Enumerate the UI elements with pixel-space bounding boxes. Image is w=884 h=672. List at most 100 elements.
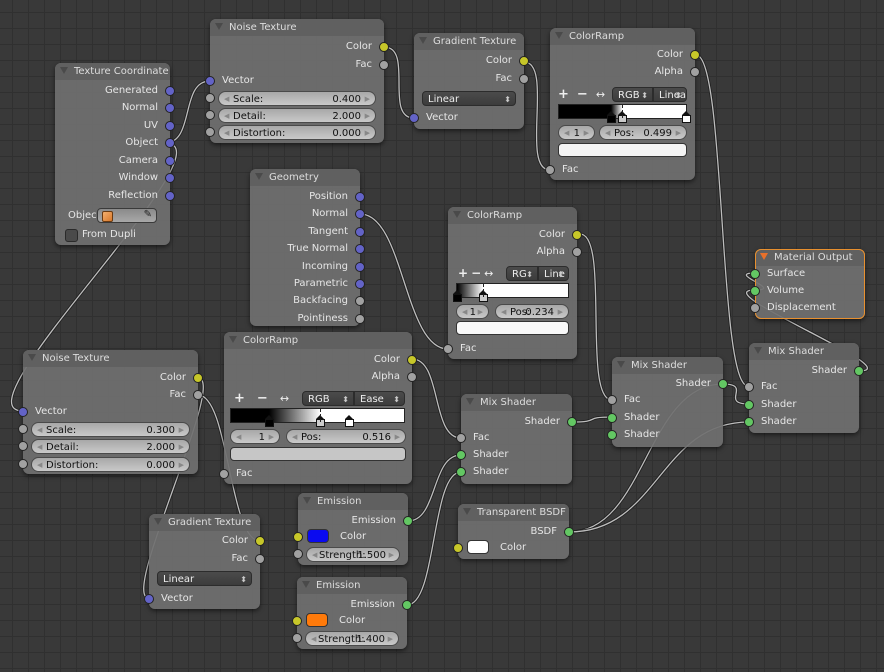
remove-stop-icon[interactable]: − bbox=[577, 87, 588, 102]
color-socket[interactable] bbox=[519, 56, 529, 66]
interpolation-dropdown[interactable]: Ease ⬍ bbox=[354, 391, 405, 406]
flip-ramp-icon[interactable]: ↔ bbox=[484, 267, 493, 280]
node-link[interactable] bbox=[695, 53, 749, 388]
node-header[interactable]: Mix Shader bbox=[612, 357, 723, 374]
collapse-triangle-icon[interactable] bbox=[555, 31, 563, 39]
vector-socket[interactable] bbox=[165, 86, 175, 96]
stop-position-field[interactable]: ◀ Pos: 0.499 ▶ bbox=[599, 125, 687, 140]
stop-color-swatch[interactable] bbox=[558, 143, 687, 157]
stop-position-field[interactable]: ◀ Pos: 0.234 ▶ bbox=[495, 304, 569, 319]
node-texture-coordinate[interactable]: Texture Coordinate Generated Normal UV O… bbox=[55, 63, 175, 245]
collapse-triangle-icon[interactable] bbox=[229, 335, 237, 343]
node-geometry[interactable]: Geometry Position Normal Tangent True No… bbox=[250, 169, 365, 326]
emission-color-swatch[interactable] bbox=[307, 529, 329, 543]
vector-socket[interactable] bbox=[355, 244, 365, 254]
vector-socket[interactable] bbox=[144, 594, 154, 604]
vector-socket[interactable] bbox=[409, 113, 419, 123]
shader-socket[interactable] bbox=[402, 600, 412, 610]
color-socket[interactable] bbox=[292, 616, 302, 626]
collapse-triangle-icon[interactable] bbox=[303, 496, 311, 504]
node-header[interactable]: Texture Coordinate bbox=[55, 63, 170, 80]
node-link[interactable] bbox=[406, 470, 462, 607]
node-link[interactable] bbox=[571, 415, 613, 424]
flip-ramp-icon[interactable]: ↔ bbox=[596, 88, 605, 101]
color-mode-dropdown[interactable]: RG ⬍ bbox=[506, 266, 538, 281]
vector-socket[interactable] bbox=[165, 156, 175, 166]
detail-field[interactable]: ◀ Detail: 2.000 ▶ bbox=[31, 439, 190, 454]
active-stop-index[interactable]: ◀ 1 ▶ bbox=[456, 304, 489, 319]
color-stop-handle[interactable] bbox=[682, 111, 691, 123]
gradient-type-dropdown[interactable]: Linear ⬍ bbox=[422, 91, 516, 106]
collapse-triangle-icon[interactable] bbox=[154, 517, 162, 525]
value-socket[interactable] bbox=[456, 433, 466, 443]
node-gradient-texture[interactable]: Gradient Texture Color Fac Linear ⬍ Vecto… bbox=[409, 33, 529, 129]
remove-stop-icon[interactable]: − bbox=[471, 266, 481, 280]
distortion-field[interactable]: ◀ Distortion: 0.000 ▶ bbox=[218, 125, 376, 140]
value-socket[interactable] bbox=[572, 247, 582, 257]
shader-socket[interactable] bbox=[744, 417, 754, 427]
color-stop-handle[interactable] bbox=[344, 415, 354, 427]
value-socket[interactable] bbox=[205, 110, 215, 120]
collapse-triangle-icon[interactable] bbox=[215, 22, 223, 30]
value-socket[interactable] bbox=[443, 344, 453, 354]
vector-socket[interactable] bbox=[165, 138, 175, 148]
color-socket[interactable] bbox=[255, 536, 265, 546]
value-socket[interactable] bbox=[193, 390, 203, 400]
value-socket[interactable] bbox=[219, 469, 229, 479]
collapse-triangle-icon[interactable] bbox=[419, 36, 427, 44]
color-ramp-bar[interactable] bbox=[558, 104, 691, 123]
color-mode-dropdown[interactable]: RGB ⬍ bbox=[612, 87, 653, 102]
color-socket[interactable] bbox=[407, 355, 417, 365]
value-socket[interactable] bbox=[293, 549, 303, 559]
shader-socket[interactable] bbox=[718, 379, 728, 389]
node-link[interactable] bbox=[411, 357, 462, 440]
gradient-type-dropdown[interactable]: Linear ⬍ bbox=[157, 571, 252, 586]
value-socket[interactable] bbox=[744, 382, 754, 392]
shader-socket[interactable] bbox=[607, 430, 617, 440]
node-header[interactable]: Noise Texture bbox=[210, 19, 384, 36]
stop-color-swatch[interactable] bbox=[230, 447, 406, 461]
color-stop-handle[interactable] bbox=[607, 111, 617, 123]
node-colorramp[interactable]: ColorRamp Color Alpha + − ↔ RGB ⬍ Ease ⬍ ◀ 1 ▶… bbox=[219, 332, 417, 484]
active-stop-index[interactable]: ◀ 1 ▶ bbox=[230, 429, 280, 444]
node-link[interactable] bbox=[407, 453, 462, 523]
color-socket[interactable] bbox=[690, 50, 700, 60]
value-socket[interactable] bbox=[750, 303, 760, 313]
node-emission[interactable]: Emission Emission Color ◀ Strength: 1.500 ▶ bbox=[293, 493, 413, 565]
node-colorramp[interactable]: ColorRamp Color Alpha + − ↔ RGB ⬍ Linea ⬍ ◀ 1… bbox=[545, 28, 700, 180]
add-stop-icon[interactable]: + bbox=[458, 266, 468, 280]
color-mode-dropdown[interactable]: RGB ⬍ bbox=[302, 391, 354, 406]
collapse-triangle-icon[interactable] bbox=[754, 346, 762, 354]
node-link[interactable] bbox=[383, 45, 415, 120]
color-ramp-bar[interactable] bbox=[230, 408, 405, 427]
collapse-triangle-icon[interactable] bbox=[466, 397, 474, 405]
strength-field[interactable]: ◀ Strength: 1.500 ▶ bbox=[306, 547, 400, 562]
value-socket[interactable] bbox=[379, 60, 389, 70]
shader-socket[interactable] bbox=[750, 269, 760, 279]
color-socket[interactable] bbox=[193, 373, 203, 383]
node-transparent-bsdf[interactable]: Transparent BSDF BSDF Color bbox=[453, 504, 574, 559]
node-header[interactable]: Material Output bbox=[755, 249, 865, 266]
remove-stop-icon[interactable]: − bbox=[257, 391, 268, 406]
value-socket[interactable] bbox=[607, 395, 617, 405]
value-socket[interactable] bbox=[690, 67, 700, 77]
stop-color-swatch[interactable] bbox=[456, 321, 569, 335]
node-noise-texture[interactable]: Noise Texture Color Fac Vector ◀ Scale: 0.… bbox=[18, 350, 203, 474]
add-stop-icon[interactable]: + bbox=[558, 87, 569, 102]
scale-field[interactable]: ◀ Scale: 0.300 ▶ bbox=[31, 422, 190, 437]
node-header[interactable]: ColorRamp bbox=[550, 28, 695, 45]
value-socket[interactable] bbox=[18, 459, 28, 469]
node-mix-shader[interactable]: Mix Shader Shader Fac Shader Shader bbox=[456, 394, 577, 484]
collapse-triangle-icon[interactable] bbox=[255, 172, 263, 180]
color-socket[interactable] bbox=[379, 42, 389, 52]
value-socket[interactable] bbox=[519, 74, 529, 84]
collapse-triangle-icon[interactable] bbox=[453, 210, 461, 218]
shader-socket[interactable] bbox=[567, 417, 577, 427]
node-link[interactable] bbox=[571, 416, 613, 423]
collapse-triangle-icon[interactable] bbox=[60, 66, 68, 74]
value-socket[interactable] bbox=[545, 165, 555, 175]
node-link[interactable] bbox=[359, 212, 449, 351]
vector-socket[interactable] bbox=[165, 191, 175, 201]
node-link[interactable] bbox=[406, 471, 462, 606]
node-header[interactable]: Emission bbox=[297, 577, 407, 594]
